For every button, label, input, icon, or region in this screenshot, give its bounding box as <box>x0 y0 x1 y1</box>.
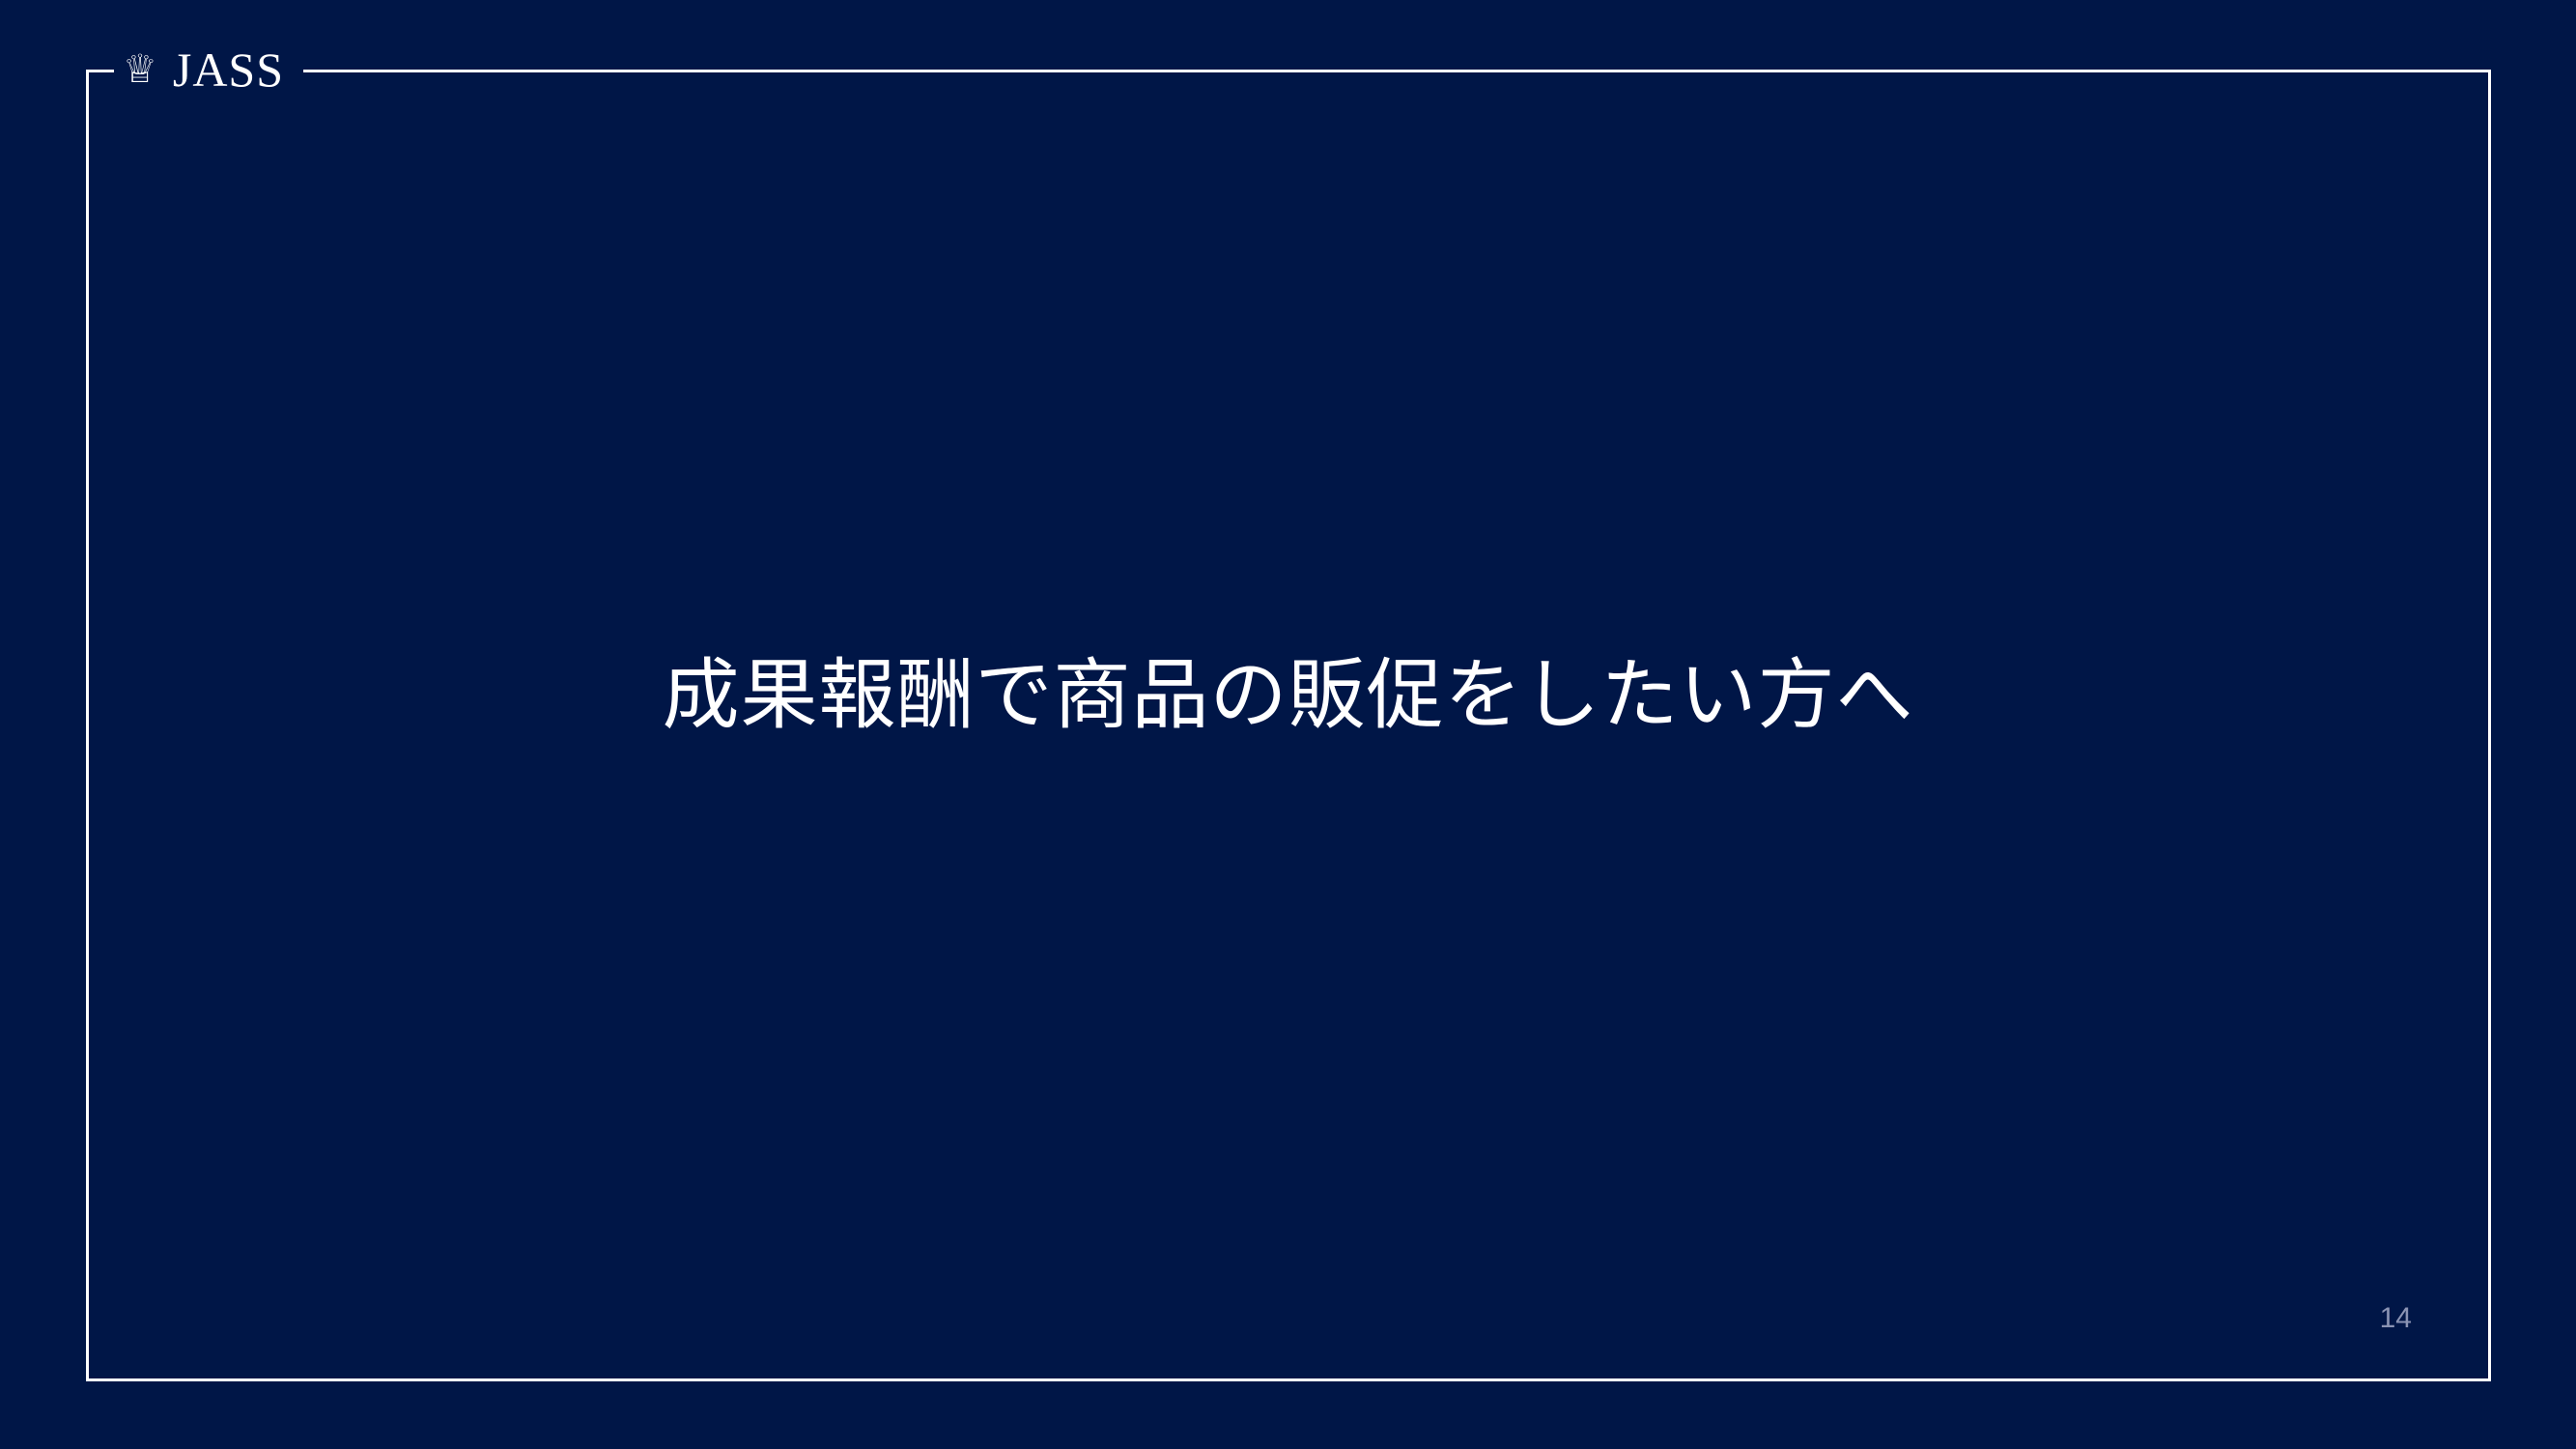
brand-name: JASS <box>172 43 285 97</box>
page-number: 14 <box>2379 1302 2412 1334</box>
slide-title: 成果報酬で商品の販促をしたい方へ <box>662 650 1914 740</box>
crown-icon: ♕ <box>123 47 157 92</box>
slide: ♕ JASS 成果報酬で商品の販促をしたい方へ 14 <box>0 0 2576 1449</box>
brand-header: ♕ JASS <box>114 35 304 104</box>
